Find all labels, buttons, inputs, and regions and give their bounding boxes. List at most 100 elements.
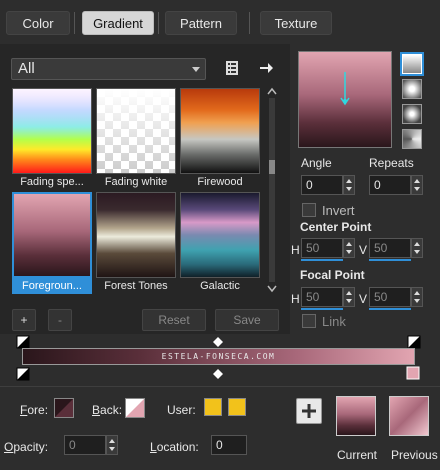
- spinner-arrows-icon: [109, 439, 115, 451]
- focal-h-spinner[interactable]: [343, 287, 355, 307]
- angle-input[interactable]: 0: [301, 175, 343, 195]
- previous-label: Previous: [391, 448, 438, 462]
- color-stop-left-icon[interactable]: [16, 367, 30, 381]
- repeats-input[interactable]: 0: [369, 175, 411, 195]
- opacity-stop-right-icon[interactable]: [407, 335, 421, 349]
- sunburst-gradient-type-button[interactable]: [400, 127, 424, 151]
- location-label: Location:: [150, 440, 199, 454]
- spinner-arrows-icon: [414, 291, 420, 303]
- tab-pattern[interactable]: Pattern: [165, 11, 237, 35]
- radial-gradient-type-button[interactable]: [400, 102, 424, 126]
- reset-button[interactable]: Reset: [142, 309, 206, 331]
- center-v-spinner[interactable]: [411, 238, 423, 258]
- linear-gradient-type-button[interactable]: [400, 52, 424, 76]
- remove-gradient-button[interactable]: -: [48, 309, 72, 331]
- focal-v-slider[interactable]: [369, 308, 411, 310]
- save-button[interactable]: Save: [215, 309, 279, 331]
- center-v-slider[interactable]: [369, 259, 411, 261]
- back-label: Back:: [92, 403, 123, 417]
- gradient-item-label: Fading spe...: [20, 176, 84, 188]
- tab-separator: [74, 12, 75, 34]
- center-h-input[interactable]: 50: [301, 238, 343, 258]
- color-midpoint-icon[interactable]: [213, 368, 223, 379]
- current-label: Current: [337, 448, 378, 462]
- gradient-item-firewood[interactable]: Firewood: [180, 88, 260, 190]
- focal-h-input[interactable]: 50: [301, 287, 343, 307]
- gradient-item-forest-tones[interactable]: Forest Tones: [96, 192, 176, 294]
- repeats-spinner[interactable]: [411, 175, 423, 195]
- focal-h-slider[interactable]: [301, 308, 343, 310]
- gradient-item-label: Forest Tones: [104, 280, 168, 292]
- focal-v-spinner[interactable]: [411, 287, 423, 307]
- repeats-label: Repeats: [369, 156, 414, 170]
- gradient-swatch: [96, 192, 176, 278]
- angle-handle-icon[interactable]: [299, 52, 391, 147]
- arrow-right-icon[interactable]: [257, 59, 275, 77]
- gradient-corner-icon: [126, 399, 144, 417]
- list-view-icon[interactable]: [223, 59, 241, 77]
- tab-gradient[interactable]: Gradient: [82, 11, 154, 35]
- gradient-item-galactic[interactable]: Galactic: [180, 192, 260, 294]
- rectangular-gradient-type-button[interactable]: [400, 77, 424, 101]
- invert-label: Invert: [322, 203, 355, 218]
- watermark-text: ESTELA-FONSECA.COM: [161, 352, 276, 361]
- back-color-swatch[interactable]: [125, 398, 145, 418]
- add-swatch-button[interactable]: [296, 398, 322, 424]
- gradient-item-label: Foregroun...: [12, 278, 92, 294]
- opacity-spinner[interactable]: [106, 435, 118, 455]
- invert-checkbox[interactable]: [302, 203, 316, 217]
- opacity-stop-left-icon[interactable]: [16, 335, 30, 349]
- focal-v-input[interactable]: 50: [369, 287, 411, 307]
- focal-v-label: V: [359, 292, 368, 306]
- link-checkbox[interactable]: [302, 314, 316, 328]
- current-gradient-swatch[interactable]: [336, 396, 376, 436]
- gradient-item-foreground[interactable]: Foregroun...: [12, 192, 92, 294]
- fore-color-swatch[interactable]: [54, 398, 74, 418]
- user-color-swatch-1[interactable]: [204, 398, 222, 416]
- gradient-swatch: [12, 88, 92, 174]
- add-gradient-button[interactable]: +: [12, 309, 36, 331]
- gradient-item-label: Galactic: [200, 280, 240, 292]
- sunburst-gradient-icon: [402, 129, 422, 149]
- gradient-swatch: [180, 88, 260, 174]
- gradient-stop-bar[interactable]: ESTELA-FONSECA.COM: [22, 348, 415, 365]
- gradient-item-fading-white[interactable]: Fading white: [96, 88, 176, 190]
- tab-bar: Color Gradient Pattern Texture: [0, 0, 440, 44]
- radial-gradient-icon: [402, 104, 422, 124]
- center-v-input[interactable]: 50: [369, 238, 411, 258]
- plus-icon: [302, 404, 316, 418]
- focal-h-label: H: [291, 292, 300, 306]
- gradient-corner-icon: [55, 399, 73, 417]
- divider: [0, 386, 440, 387]
- previous-gradient-swatch[interactable]: [389, 396, 429, 436]
- opacity-label: Opacity:: [4, 440, 49, 454]
- category-selected: All: [18, 60, 35, 77]
- opacity-input[interactable]: 0: [64, 435, 106, 455]
- gradient-swatch: [96, 88, 176, 174]
- tab-separator: [249, 12, 250, 34]
- location-input[interactable]: 0: [211, 435, 247, 455]
- spinner-arrows-icon: [346, 242, 352, 254]
- angle-label: Angle: [301, 156, 332, 170]
- user-color-swatch-2[interactable]: [228, 398, 246, 416]
- gradient-preview[interactable]: [298, 51, 392, 148]
- center-v-label: V: [359, 243, 368, 257]
- color-stop-right-icon[interactable]: [406, 366, 420, 380]
- center-h-slider[interactable]: [301, 259, 343, 261]
- link-label: Link: [322, 314, 346, 329]
- tab-color[interactable]: Color: [6, 11, 70, 35]
- tab-separator: [158, 12, 159, 34]
- gradient-list-scrollbar[interactable]: [266, 86, 278, 294]
- focal-point-label: Focal Point: [300, 268, 365, 282]
- fore-label: Fore:: [20, 403, 49, 417]
- center-h-spinner[interactable]: [343, 238, 355, 258]
- user-label: User:: [167, 403, 196, 417]
- tab-texture[interactable]: Texture: [260, 11, 332, 35]
- gradient-item-fading-spectrum[interactable]: Fading spe...: [12, 88, 92, 190]
- center-h-label: H: [291, 243, 300, 257]
- spinner-arrows-icon: [414, 179, 420, 191]
- spinner-arrows-icon: [346, 291, 352, 303]
- angle-spinner[interactable]: [343, 175, 355, 195]
- opacity-midpoint-icon[interactable]: [213, 336, 223, 347]
- category-dropdown[interactable]: All: [11, 58, 206, 80]
